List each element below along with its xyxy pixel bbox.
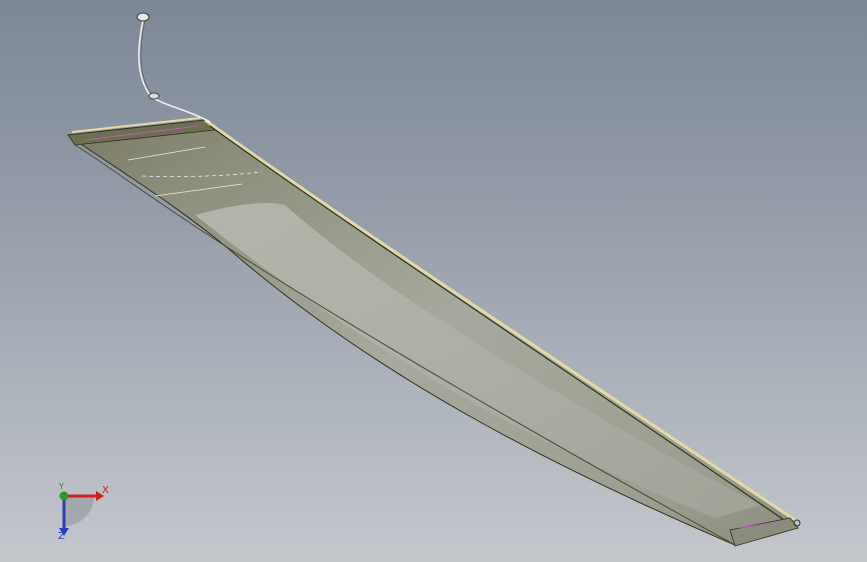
y-axis-dot — [59, 491, 69, 501]
blade-panel — [195, 203, 760, 518]
3d-viewport[interactable] — [0, 0, 867, 562]
z-axis-label: Z — [58, 531, 65, 542]
cable-anchor[interactable] — [136, 12, 150, 22]
support-cable — [138, 19, 211, 123]
tip-fitting — [793, 519, 801, 527]
y-axis-label: Y — [59, 482, 64, 491]
x-axis-label: X — [102, 485, 109, 496]
cable-clip — [148, 92, 160, 100]
orientation-triad[interactable]: X Y Z — [44, 480, 114, 550]
triad-shadow — [64, 496, 94, 526]
support-cable-shadow — [140, 19, 153, 96]
leading-edge-trim — [204, 118, 796, 522]
